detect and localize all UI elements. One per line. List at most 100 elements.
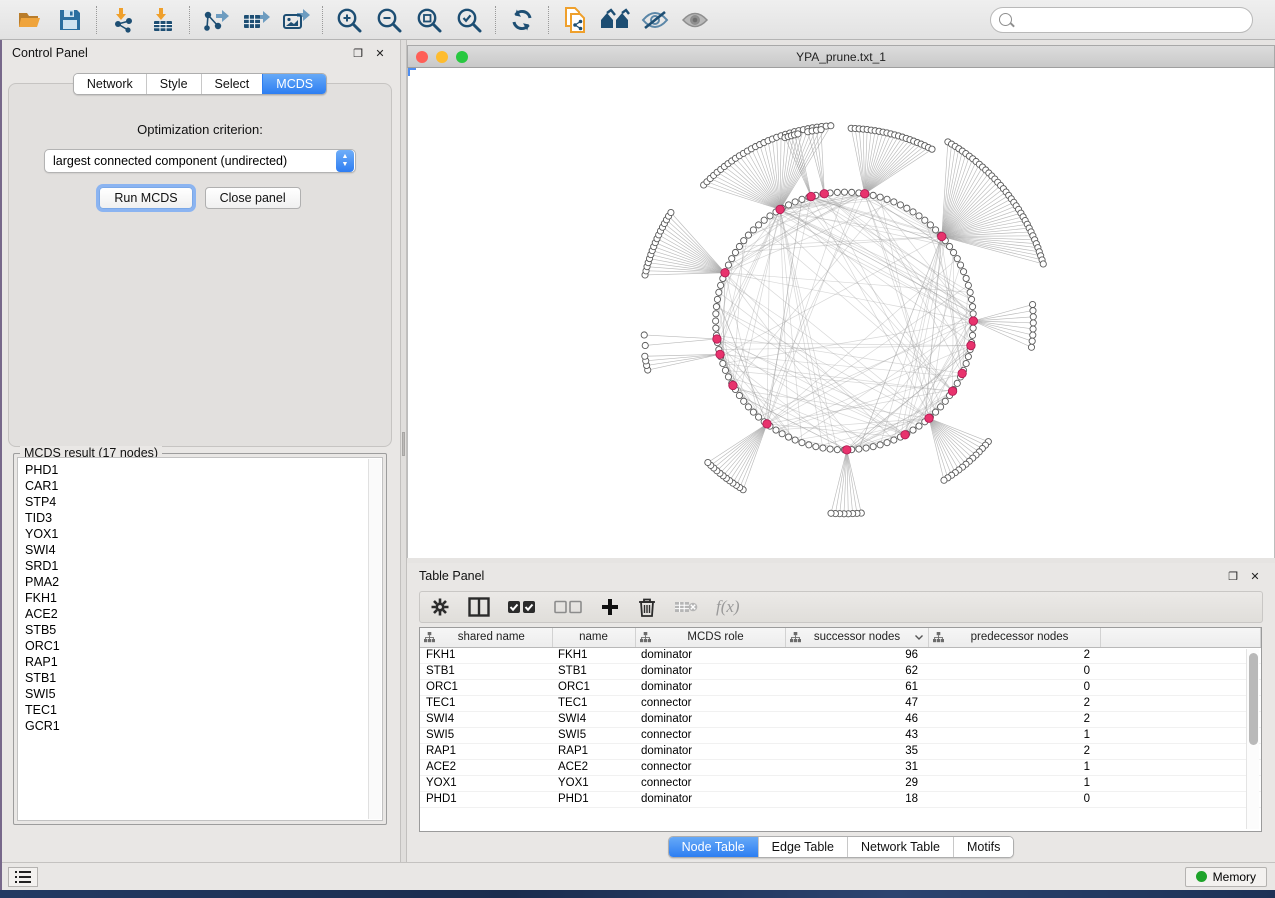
graph-leaf-node[interactable] — [705, 459, 711, 465]
table-cell[interactable]: 46 — [785, 711, 928, 727]
mcds-result-item[interactable]: STP4 — [25, 494, 382, 510]
mcds-result-item[interactable]: ORC1 — [25, 638, 382, 654]
table-cell[interactable]: 47 — [785, 695, 928, 711]
graph-node[interactable] — [922, 217, 928, 223]
table-row[interactable]: YOX1YOX1connector291 — [420, 775, 1261, 791]
memory-button[interactable]: Memory — [1185, 867, 1267, 887]
tab-style[interactable]: Style — [146, 74, 201, 94]
tab-mcds[interactable]: MCDS — [262, 74, 326, 94]
delete-column-icon[interactable] — [638, 597, 656, 617]
graph-node[interactable] — [877, 442, 883, 448]
column-header-predecessor-nodes[interactable]: predecessor nodes — [928, 628, 1100, 647]
select-all-icon[interactable] — [508, 600, 536, 614]
graph-node[interactable] — [942, 398, 948, 404]
graph-node[interactable] — [965, 282, 971, 288]
graph-node[interactable] — [779, 431, 785, 437]
table-row[interactable]: FKH1FKH1dominator962 — [420, 647, 1261, 663]
table-cell[interactable]: 96 — [785, 647, 928, 663]
add-column-icon[interactable] — [600, 597, 620, 617]
graph-node[interactable] — [713, 318, 719, 324]
graph-node[interactable] — [856, 446, 862, 452]
graph-node[interactable] — [714, 296, 720, 302]
graph-node[interactable] — [755, 414, 761, 420]
graph-node[interactable] — [937, 404, 943, 410]
mcds-result-item[interactable]: PHD1 — [25, 462, 382, 478]
refresh-icon[interactable] — [502, 4, 542, 36]
zoom-selected-icon[interactable] — [449, 4, 489, 36]
mcds-hub-node[interactable] — [843, 446, 851, 454]
table-cell[interactable]: 61 — [785, 679, 928, 695]
first-neighbors-icon[interactable] — [595, 4, 635, 36]
graph-node[interactable] — [963, 360, 969, 366]
graph-node[interactable] — [716, 289, 722, 295]
mcds-result-item[interactable]: STB5 — [25, 622, 382, 638]
gear-icon[interactable] — [430, 597, 450, 617]
mcds-result-item[interactable]: STB1 — [25, 670, 382, 686]
tab-edge-table[interactable]: Edge Table — [758, 837, 847, 857]
search-input[interactable] — [1018, 13, 1244, 27]
table-cell[interactable]: RAP1 — [552, 743, 635, 759]
mcds-hub-node[interactable] — [713, 335, 721, 343]
graph-node[interactable] — [954, 256, 960, 262]
graph-node[interactable] — [910, 427, 916, 433]
graph-node[interactable] — [963, 275, 969, 281]
table-cell[interactable]: 31 — [785, 759, 928, 775]
graph-node[interactable] — [834, 447, 840, 453]
panel-splitter[interactable] — [400, 40, 407, 862]
graph-node[interactable] — [954, 380, 960, 386]
graph-leaf-node[interactable] — [1030, 314, 1036, 320]
splitter-grip[interactable] — [402, 432, 405, 456]
graph-node[interactable] — [957, 262, 963, 268]
graph-node[interactable] — [969, 304, 975, 310]
mcds-list-scrollbar[interactable] — [368, 459, 381, 819]
table-cell[interactable]: RAP1 — [420, 743, 552, 759]
graph-leaf-node[interactable] — [929, 146, 935, 152]
table-row[interactable]: ORC1ORC1dominator610 — [420, 679, 1261, 695]
graph-node[interactable] — [965, 354, 971, 360]
table-cell[interactable]: 0 — [928, 791, 1100, 807]
table-cell[interactable]: 43 — [785, 727, 928, 743]
graph-node[interactable] — [967, 289, 973, 295]
graph-node[interactable] — [932, 227, 938, 233]
graph-node[interactable] — [884, 440, 890, 446]
graph-node[interactable] — [750, 227, 756, 233]
criterion-dropdown[interactable]: largest connected component (undirected)… — [44, 149, 356, 173]
graph-node[interactable] — [792, 437, 798, 443]
graph-node[interactable] — [767, 213, 773, 219]
table-cell[interactable]: 0 — [928, 679, 1100, 695]
table-cell[interactable]: 2 — [928, 743, 1100, 759]
graph-node[interactable] — [736, 392, 742, 398]
graph-node[interactable] — [736, 243, 742, 249]
table-cell[interactable]: connector — [635, 759, 785, 775]
graph-node[interactable] — [970, 311, 976, 317]
graph-node[interactable] — [799, 196, 805, 202]
graph-node[interactable] — [720, 360, 726, 366]
table-cell[interactable]: ACE2 — [420, 759, 552, 775]
table-cell[interactable]: SWI4 — [420, 711, 552, 727]
graph-node[interactable] — [718, 282, 724, 288]
tab-network[interactable]: Network — [74, 74, 146, 94]
open-file-icon[interactable] — [10, 4, 50, 36]
graph-leaf-node[interactable] — [795, 131, 801, 137]
graph-node[interactable] — [741, 398, 747, 404]
search-box[interactable] — [990, 7, 1253, 33]
graph-leaf-node[interactable] — [1030, 320, 1036, 326]
graph-leaf-node[interactable] — [818, 127, 824, 133]
graph-node[interactable] — [820, 445, 826, 451]
graph-leaf-node[interactable] — [641, 332, 647, 338]
table-cell[interactable]: dominator — [635, 791, 785, 807]
table-cell[interactable]: connector — [635, 727, 785, 743]
graph-node[interactable] — [722, 367, 728, 373]
graph-node[interactable] — [891, 437, 897, 443]
table-cell[interactable]: 2 — [928, 647, 1100, 663]
graph-node[interactable] — [806, 442, 812, 448]
table-cell[interactable]: YOX1 — [420, 775, 552, 791]
table-cell[interactable]: dominator — [635, 663, 785, 679]
graph-node[interactable] — [725, 374, 731, 380]
zoom-fit-icon[interactable] — [409, 4, 449, 36]
table-row[interactable]: PHD1PHD1dominator180 — [420, 791, 1261, 807]
table-cell[interactable]: 0 — [928, 663, 1100, 679]
graph-node[interactable] — [750, 409, 756, 415]
mcds-hub-node[interactable] — [807, 192, 815, 200]
graph-leaf-node[interactable] — [828, 510, 834, 516]
